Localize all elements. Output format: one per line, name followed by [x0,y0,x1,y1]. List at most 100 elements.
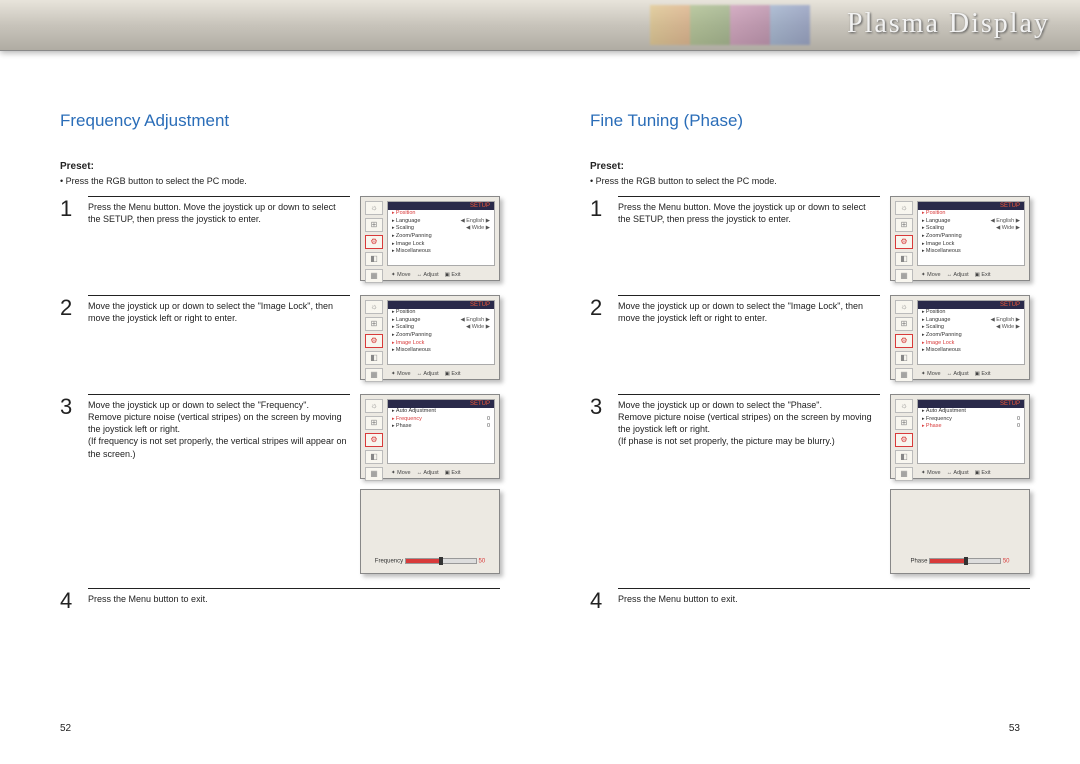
osd-side-icon: ⚙ [895,433,913,447]
osd-footer: ✦ Move↔ Adjust▣ Exit [387,371,495,377]
osd-menu-item: Frequency0 [918,416,1024,424]
osd-menu-item: Zoom/Panning [918,332,1024,340]
osd-menu-item: Scaling◀ Wide ▶ [388,225,494,233]
step-number: 2 [60,295,78,324]
osd-slider-screenshot: Frequency 50 [360,489,500,574]
slider-track [929,558,1001,564]
osd-footer: ✦ Move↔ Adjust▣ Exit [917,371,1025,377]
osd-header: SETUP [918,202,1024,210]
step-number: 1 [60,196,78,225]
osd-menu-item: Phase0 [918,423,1024,431]
osd-menu-item: Phase0 [388,423,494,431]
osd-side-icon: ▦ [895,368,913,382]
osd-menu-item: Language◀ English ▶ [918,317,1024,325]
page-number-right: 53 [1009,723,1020,734]
osd-menu-item: Miscellaneous [388,347,494,355]
osd-side-icon: ▦ [365,368,383,382]
step-text: Press the Menu button. Move the joystick… [88,196,350,225]
step-number: 1 [590,196,608,225]
step-text: Move the joystick up or down to select t… [618,394,880,448]
osd-side-icon: ⊞ [895,317,913,331]
osd-header: SETUP [388,400,494,408]
step-number: 2 [590,295,608,324]
header-decoration [650,5,830,45]
osd-side-icon: ◧ [365,351,383,365]
osd-slider-screenshot: Phase 50 [890,489,1030,574]
osd-menu-item: Zoom/Panning [388,332,494,340]
osd-menu-item: Language◀ English ▶ [388,218,494,226]
preset-label: Preset: [590,161,1030,172]
osd-header: SETUP [388,301,494,309]
osd-menu-item: Position [388,210,494,218]
osd-side-icon: ◧ [365,252,383,266]
page-left: Frequency Adjustment Preset: Press the R… [20,51,530,764]
osd-side-icon: ☼ [895,300,913,314]
step-text: Move the joystick up or down to select t… [88,394,350,460]
osd-menu-item: Image Lock [918,241,1024,249]
osd-screenshot: ☼ ⊞ ⚙ ◧ ▦ SETUPPositionLanguage◀ English ▶Sca… [360,196,500,281]
osd-header: SETUP [918,301,1024,309]
osd-menu-item: Miscellaneous [918,248,1024,256]
osd-menu-item: Image Lock [388,340,494,348]
step-text: Press the Menu button to exit. [618,588,1030,612]
step-number: 4 [590,588,608,612]
osd-side-icon: ☼ [365,399,383,413]
osd-side-icon: ⊞ [365,416,383,430]
osd-side-icon: ◧ [895,351,913,365]
osd-menu-item: Image Lock [388,241,494,249]
osd-screenshot: ☼⊞⚙◧▦SETUPAuto AdjustmentFrequency0Phase… [360,394,500,479]
step-3: 3 Move the joystick up or down to select… [60,394,500,574]
osd-side-icon: ☼ [895,399,913,413]
osd-side-icon: ◧ [895,450,913,464]
osd-footer: ✦ Move↔ Adjust▣ Exit [917,470,1025,476]
step-text: Press the Menu button to exit. [88,588,500,612]
osd-side-icon: ☼ [895,201,913,215]
osd-screenshot: ☼ ⊞ ⚙ ◧ ▦ SETUPPositionLanguage◀ English ▶Sca… [890,295,1030,380]
step-4: 4 Press the Menu button to exit. [60,588,500,612]
osd-side-icon: ⚙ [895,235,913,249]
step-number: 3 [60,394,78,460]
osd-side-icon: ⚙ [365,334,383,348]
step-text: Press the Menu button. Move the joystick… [618,196,880,225]
step-2: 2 Move the joystick up or down to select… [590,295,1030,380]
page-right: Fine Tuning (Phase) Preset: Press the RG… [550,51,1060,764]
osd-screenshot: ☼⊞⚙◧▦SETUPPositionLanguage◀ English ▶Sca… [890,196,1030,281]
osd-menu-item: Position [918,309,1024,317]
osd-side-icon: ▦ [365,269,383,283]
osd-footer: ✦ Move↔ Adjust▣ Exit [917,272,1025,278]
osd-menu-item: Miscellaneous [918,347,1024,355]
osd-side-icon: ☼ [365,201,383,215]
osd-side-icon: ◧ [365,450,383,464]
header-title: Plasma Display [847,8,1050,40]
osd-side-icon: ▦ [895,269,913,283]
slider-value: 50 [1003,559,1010,565]
section-title-right: Fine Tuning (Phase) [590,111,1030,131]
osd-side-icon: ⊞ [365,218,383,232]
step-text: Move the joystick up or down to select t… [88,295,350,324]
osd-menu-item: Language◀ English ▶ [918,218,1024,226]
slider-track [405,558,477,564]
osd-footer: ✦ Move↔ Adjust▣ Exit [387,470,495,476]
osd-menu-item: Position [918,210,1024,218]
osd-menu-item: Frequency0 [388,416,494,424]
step-text: Move the joystick up or down to select t… [618,295,880,324]
osd-side-icon: ⚙ [365,235,383,249]
osd-menu-item: Position [388,309,494,317]
osd-footer: ✦ Move↔ Adjust▣ Exit [387,272,495,278]
slider-label: Phase [910,559,927,565]
osd-header: SETUP [388,202,494,210]
section-title-left: Frequency Adjustment [60,111,500,131]
steps-left: 1 Press the Menu button. Move the joysti… [60,196,500,612]
document-spread: Frequency Adjustment Preset: Press the R… [0,51,1080,764]
slider-label: Frequency [375,559,403,565]
osd-menu-item: Image Lock [918,340,1024,348]
osd-side-icon: ▦ [365,467,383,481]
osd-menu-item: Auto Adjustment [918,408,1024,416]
slider-value: 50 [479,559,486,565]
document-header: Plasma Display [0,0,1080,51]
step-1: 1 Press the Menu button. Move the joysti… [590,196,1030,281]
osd-side-icon: ⚙ [895,334,913,348]
osd-menu-item: Scaling◀ Wide ▶ [918,324,1024,332]
preset-label: Preset: [60,161,500,172]
step-2: 2 Move the joystick up or down to select… [60,295,500,380]
